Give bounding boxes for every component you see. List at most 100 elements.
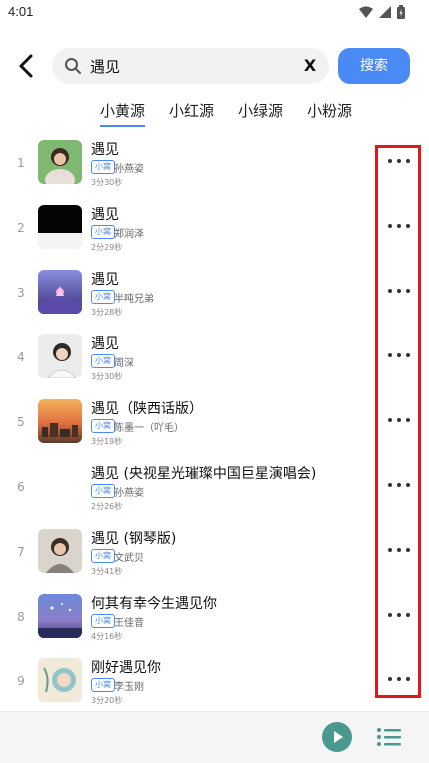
song-title: 遇见 bbox=[91, 336, 119, 353]
song-artist: 文武贝 bbox=[114, 552, 144, 564]
clear-search-button[interactable]: X bbox=[299, 55, 321, 77]
more-options-button[interactable] bbox=[386, 539, 412, 561]
song-title: 遇见 bbox=[91, 206, 119, 223]
more-dot bbox=[388, 353, 392, 358]
more-dot bbox=[397, 547, 401, 552]
song-duration: 2分26秒 bbox=[91, 501, 123, 511]
source-badge: 小窝 bbox=[91, 224, 115, 239]
source-badge: 小窝 bbox=[91, 419, 115, 434]
source-badge: 小窝 bbox=[91, 548, 115, 563]
song-index: 2 bbox=[17, 220, 25, 235]
more-dot bbox=[406, 223, 410, 228]
player-bar bbox=[0, 711, 429, 763]
more-dot bbox=[388, 547, 392, 552]
search-input[interactable] bbox=[90, 48, 300, 84]
song-index: 6 bbox=[17, 479, 25, 494]
album-cover bbox=[38, 399, 82, 444]
song-duration: 2分29秒 bbox=[91, 242, 123, 252]
more-dot bbox=[397, 677, 401, 682]
song-row[interactable]: 6 遇见 (央视星光璀璨中国巨星演唱会) 小窝 孙燕姿 2分26秒 bbox=[0, 454, 429, 519]
song-index: 9 bbox=[17, 674, 25, 689]
song-row[interactable]: 8 何其有幸今生遇见你 小窝 王佳音 4分16秒 bbox=[0, 584, 429, 649]
song-duration: 3分30秒 bbox=[91, 372, 123, 382]
song-artist: 孙燕姿 bbox=[114, 164, 144, 175]
status-icons bbox=[359, 5, 405, 19]
song-index: 4 bbox=[17, 350, 25, 365]
song-row[interactable]: 3 遇见 小窝 半吨兄弟 3分28秒 bbox=[0, 260, 429, 325]
more-options-button[interactable] bbox=[386, 409, 412, 431]
play-button[interactable] bbox=[322, 722, 352, 752]
more-options-button[interactable] bbox=[386, 280, 412, 302]
song-index: 8 bbox=[17, 609, 25, 624]
song-row[interactable]: 1 遇见 小窝 孙燕姿 3分30秒 bbox=[0, 130, 429, 195]
song-index: 7 bbox=[17, 544, 25, 559]
source-badge: 小窝 bbox=[91, 613, 115, 628]
tab-green-source[interactable]: 小绿源 bbox=[234, 96, 287, 127]
song-artist: 孙燕姿 bbox=[114, 487, 144, 499]
more-dot bbox=[388, 223, 392, 228]
source-badge: 小窝 bbox=[91, 483, 115, 498]
back-button[interactable] bbox=[14, 52, 40, 80]
song-duration: 3分19秒 bbox=[91, 437, 123, 447]
more-options-button[interactable] bbox=[386, 150, 412, 172]
source-badge: 小窝 bbox=[91, 160, 115, 174]
back-arrow-icon bbox=[19, 54, 33, 78]
song-row[interactable]: 5 遇见（陕西话版） 小窝 陈墨一（吖毛） 3分19秒 bbox=[0, 389, 429, 454]
more-dot bbox=[397, 612, 401, 617]
play-icon bbox=[334, 731, 343, 743]
song-duration: 3分28秒 bbox=[91, 307, 123, 317]
tab-yellow-source[interactable]: 小黄源 bbox=[96, 96, 149, 127]
search-button[interactable]: 搜索 bbox=[338, 48, 410, 84]
song-row[interactable]: 9 刚好遇见你 小窝 李玉刚 3分20秒 bbox=[0, 648, 429, 713]
album-cover bbox=[38, 593, 82, 638]
song-artist: 李玉刚 bbox=[114, 682, 144, 694]
song-title: 遇见 (钢琴版) bbox=[91, 530, 177, 547]
song-duration: 3分20秒 bbox=[91, 696, 123, 706]
status-time: 4:01 bbox=[8, 4, 34, 19]
song-list: 1 遇见 小窝 孙燕姿 3分30秒 2 遇见 小窝 郑润泽 2分29秒 3 遇见… bbox=[0, 130, 429, 713]
more-dot bbox=[406, 288, 410, 293]
song-title: 刚好遇见你 bbox=[91, 660, 161, 677]
search-box[interactable]: X bbox=[52, 48, 329, 84]
search-icon bbox=[65, 58, 81, 74]
song-artist: 半吨兄弟 bbox=[114, 293, 154, 305]
more-dot bbox=[406, 418, 410, 423]
playlist-button[interactable] bbox=[376, 726, 402, 748]
status-bar: 4:01 bbox=[0, 0, 429, 26]
more-options-button[interactable] bbox=[386, 215, 412, 237]
tab-red-source[interactable]: 小红源 bbox=[165, 96, 218, 127]
more-dot bbox=[388, 612, 392, 617]
source-badge: 小窝 bbox=[91, 354, 115, 369]
tab-pink-source[interactable]: 小粉源 bbox=[303, 96, 356, 127]
more-options-button[interactable] bbox=[386, 344, 412, 366]
song-title: 遇见（陕西话版） bbox=[91, 401, 203, 418]
song-title: 遇见 bbox=[91, 142, 119, 158]
more-dot bbox=[406, 353, 410, 358]
song-row[interactable]: 7 遇见 (钢琴版) 小窝 文武贝 3分41秒 bbox=[0, 519, 429, 584]
more-dot bbox=[406, 677, 410, 682]
more-dot bbox=[388, 288, 392, 293]
more-dot bbox=[397, 482, 401, 487]
song-index: 5 bbox=[17, 415, 25, 430]
song-title: 遇见 (央视星光璀璨中国巨星演唱会) bbox=[91, 465, 317, 482]
more-dot bbox=[397, 223, 401, 228]
more-options-button[interactable] bbox=[386, 474, 412, 496]
song-artist: 陈墨一（吖毛） bbox=[114, 423, 184, 435]
song-row[interactable]: 2 遇见 小窝 郑润泽 2分29秒 bbox=[0, 195, 429, 260]
song-title: 何其有幸今生遇见你 bbox=[91, 595, 217, 612]
song-row[interactable]: 4 遇见 小窝 周深 3分30秒 bbox=[0, 324, 429, 389]
more-dot bbox=[397, 418, 401, 423]
song-index: 1 bbox=[17, 156, 25, 170]
album-cover bbox=[38, 658, 82, 703]
album-cover bbox=[38, 204, 82, 249]
song-duration: 3分30秒 bbox=[91, 178, 123, 187]
signal-icon bbox=[379, 6, 391, 18]
more-dot bbox=[397, 353, 401, 358]
source-badge: 小窝 bbox=[91, 289, 115, 304]
song-artist: 王佳音 bbox=[114, 617, 144, 629]
more-options-button[interactable] bbox=[386, 604, 412, 626]
more-dot bbox=[388, 159, 392, 163]
source-tabs: 小黄源 小红源 小绿源 小粉源 bbox=[96, 96, 356, 127]
more-options-button[interactable] bbox=[386, 668, 412, 690]
battery-icon bbox=[397, 5, 405, 19]
